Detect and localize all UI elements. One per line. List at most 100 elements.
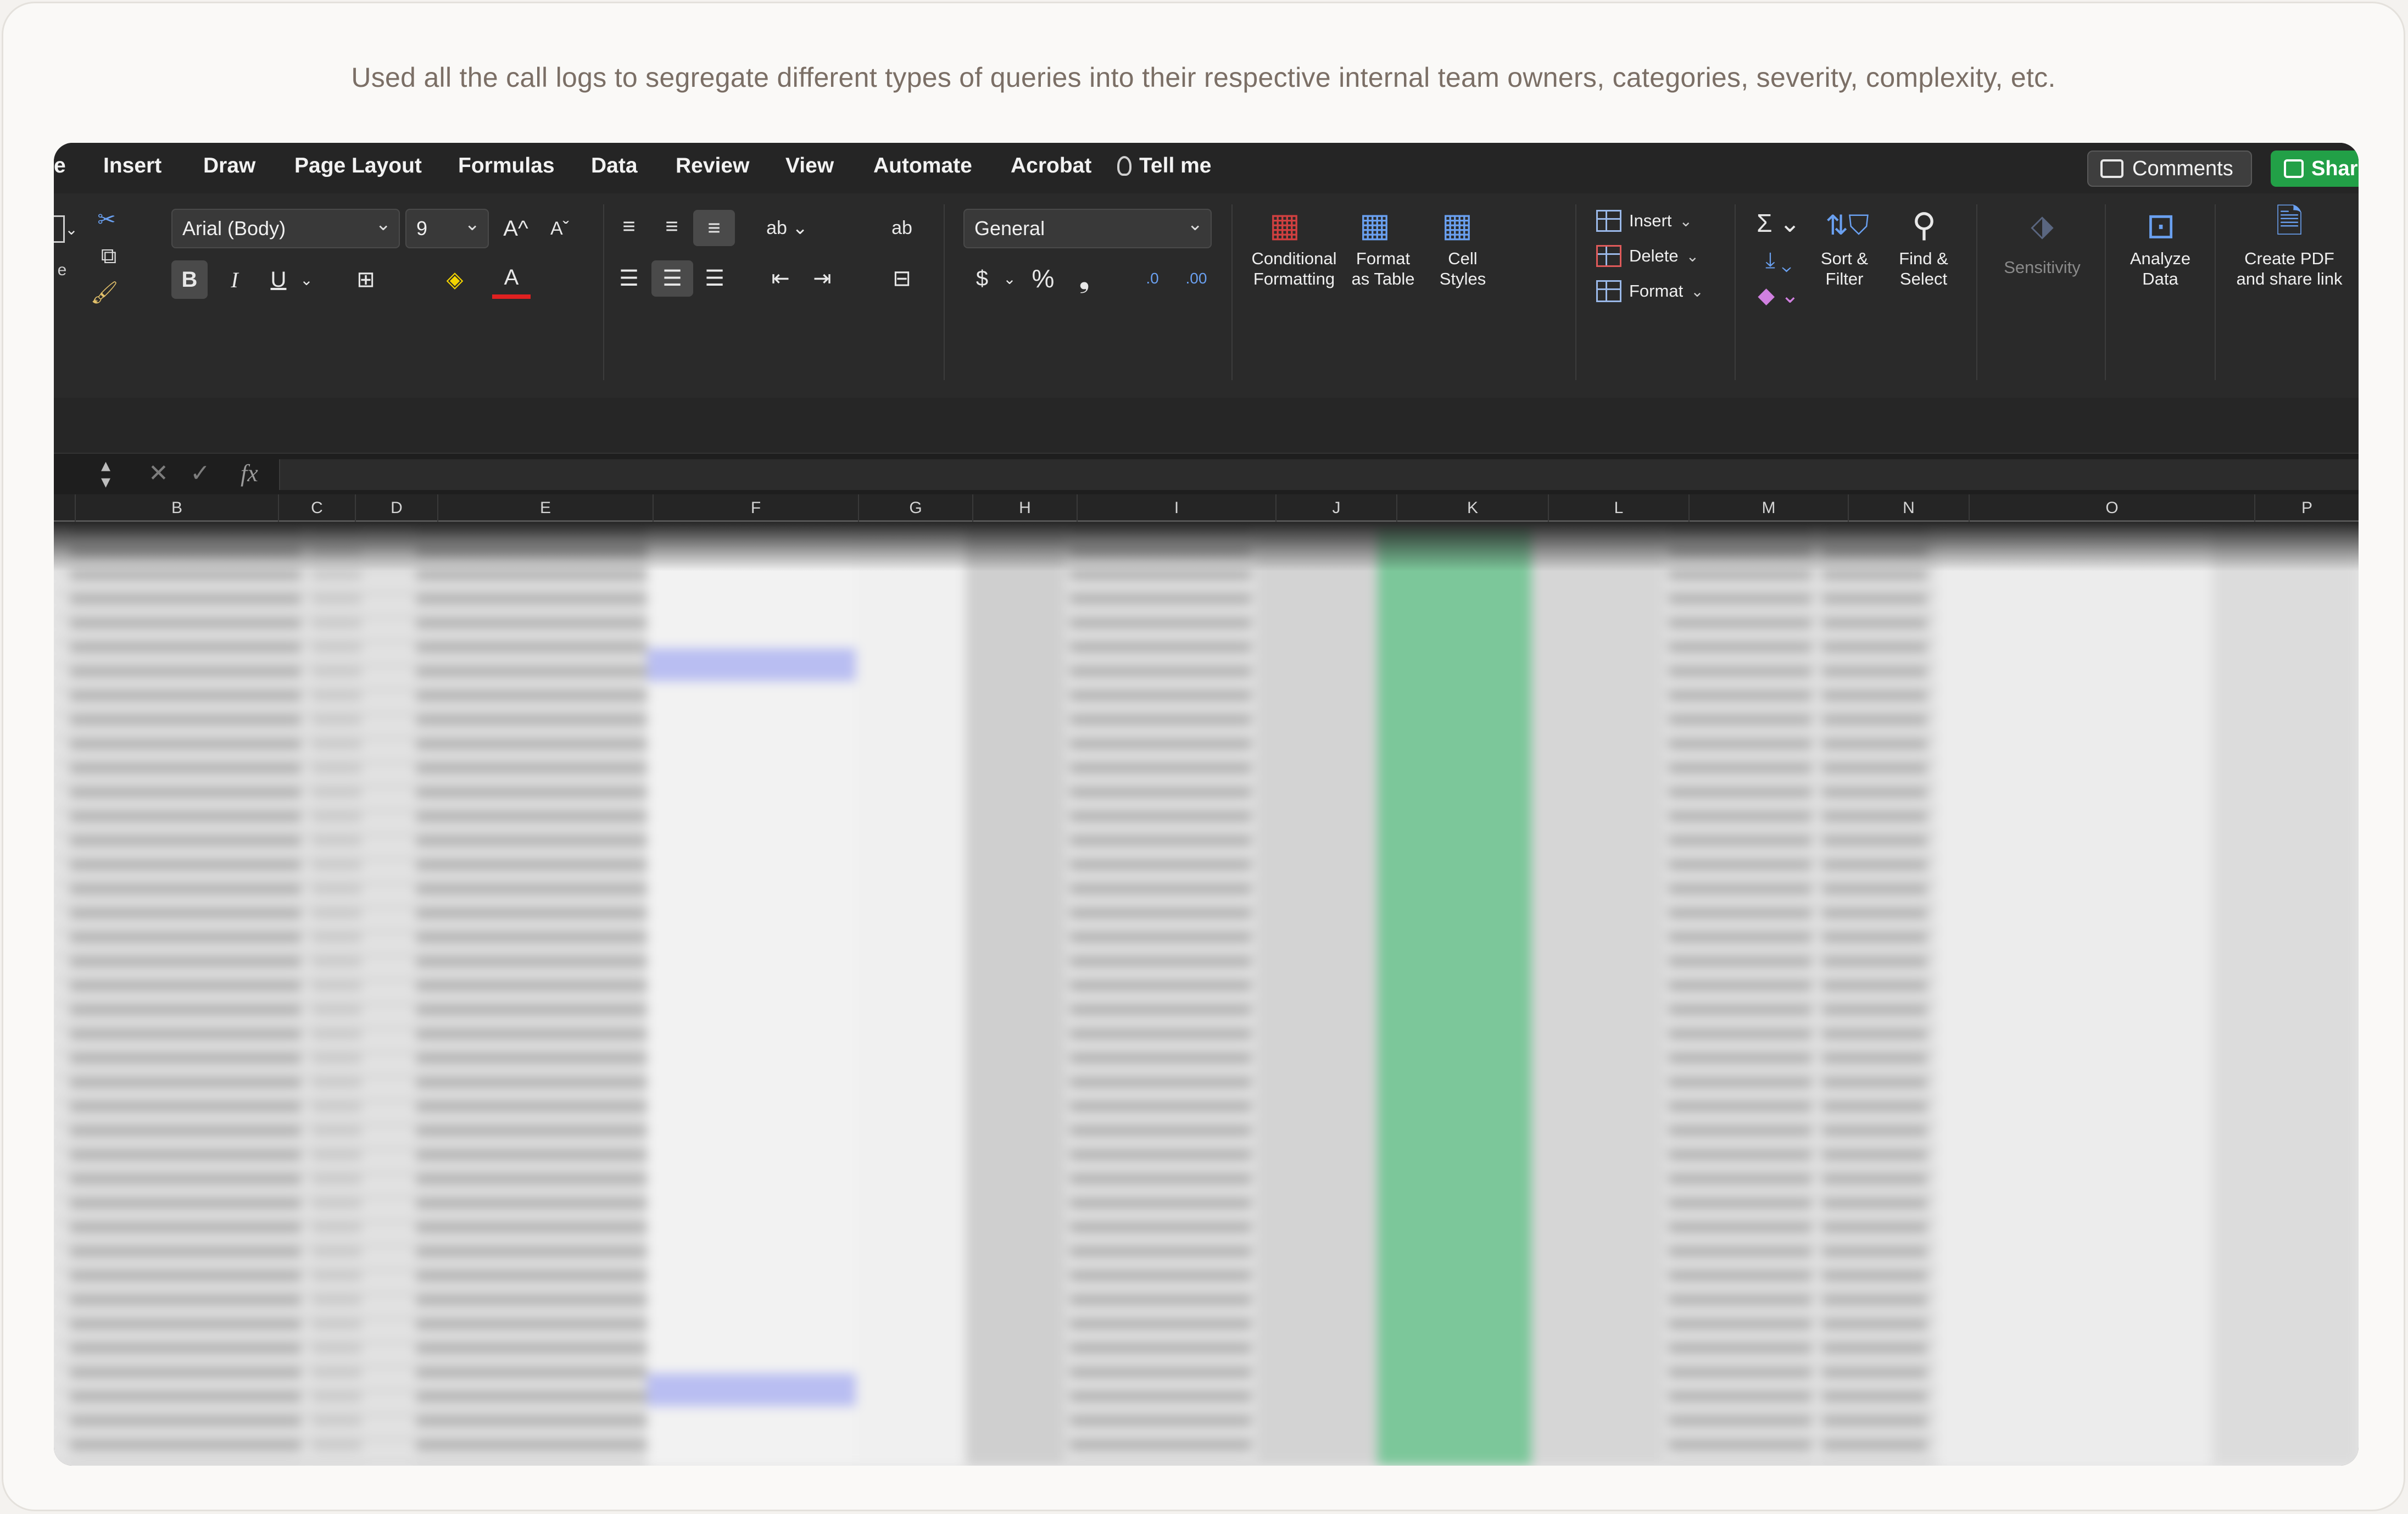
column-header-f[interactable]: F: [654, 494, 859, 522]
insert-cells-label: Insert: [1629, 211, 1672, 230]
sensitivity-button[interactable]: Sensitivity: [1993, 257, 2092, 277]
cut-icon[interactable]: ✂: [90, 203, 123, 236]
create-pdf-button[interactable]: Create PDF and share link: [2229, 248, 2350, 289]
column-header-i[interactable]: I: [1078, 494, 1277, 522]
highlight-blue-cell: [647, 648, 856, 681]
borders-icon[interactable]: ⊞: [344, 260, 388, 299]
sort-filter-icon[interactable]: ⇅⛉: [1811, 203, 1883, 247]
copy-icon[interactable]: ⧉: [87, 240, 131, 272]
blurred-column-i: [1070, 522, 1251, 1466]
menu-data[interactable]: Data: [591, 154, 638, 178]
analyze-data-button[interactable]: Analyze Data: [2125, 248, 2196, 289]
font-name-select[interactable]: Arial (Body): [171, 209, 400, 248]
name-box-stepper-icon[interactable]: ▴ ▾: [101, 456, 110, 491]
conditional-formatting-label-1: Conditional: [1251, 249, 1337, 268]
conditional-formatting-button[interactable]: Conditional Formatting: [1246, 248, 1342, 289]
create-pdf-icon[interactable]: 🗎: [2262, 201, 2317, 251]
column-header-g[interactable]: G: [859, 494, 973, 522]
insert-cells-button[interactable]: Insert ⌄: [1596, 210, 1692, 232]
menu-formulas[interactable]: Formulas: [458, 154, 555, 178]
clear-icon[interactable]: ◆ ⌄: [1751, 279, 1806, 312]
excel-window: e Insert Draw Page Layout Formulas Data …: [54, 143, 2359, 1466]
italic-button[interactable]: I: [216, 260, 253, 299]
menu-automate[interactable]: Automate: [873, 154, 972, 178]
font-color-button[interactable]: A: [492, 260, 531, 299]
analyze-data-icon[interactable]: ⊡: [2133, 201, 2188, 251]
find-select-button[interactable]: Find & Select: [1892, 248, 1955, 289]
ribbon-body: ⌄ e ✂ ⧉ 🖌 Arial (Body) 9 A^ Aˇ B I U ⌄ ⊞…: [54, 193, 2359, 398]
increase-decimal-button[interactable]: .0: [1130, 260, 1174, 297]
share-button[interactable]: Shar: [2271, 151, 2359, 187]
format-cells-button[interactable]: Format ⌄: [1596, 280, 1704, 302]
autosum-icon[interactable]: Σ ⌄: [1751, 207, 1806, 240]
formula-input[interactable]: [279, 459, 2359, 490]
delete-cells-icon: [1596, 245, 1621, 267]
sensitivity-icon[interactable]: ⬗: [2009, 203, 2075, 247]
menu-acrobat[interactable]: Acrobat: [1011, 154, 1091, 178]
conditional-formatting-icon[interactable]: ▦: [1260, 203, 1309, 247]
format-as-table-button[interactable]: Format as Table: [1345, 248, 1422, 289]
column-header-l[interactable]: L: [1549, 494, 1690, 522]
sort-filter-button[interactable]: Sort & Filter: [1811, 248, 1877, 289]
increase-indent-icon[interactable]: ⇥: [804, 260, 840, 297]
percent-button[interactable]: %: [1025, 260, 1061, 297]
font-size-select[interactable]: 9: [405, 209, 489, 248]
menu-page-layout[interactable]: Page Layout: [294, 154, 422, 178]
align-top-icon[interactable]: ≡: [611, 210, 647, 243]
wrap-text-button[interactable]: ab: [876, 210, 928, 246]
column-header-e[interactable]: E: [438, 494, 654, 522]
column-header-p[interactable]: P: [2255, 494, 2359, 522]
orientation-icon[interactable]: ab ⌄: [757, 210, 817, 246]
shrink-font-button[interactable]: Aˇ: [540, 209, 579, 248]
sheet-cells-blurred[interactable]: [54, 522, 2359, 1466]
column-header-n[interactable]: N: [1849, 494, 1970, 522]
align-bottom-icon[interactable]: ≡: [693, 210, 735, 246]
enter-icon[interactable]: ✓: [190, 459, 210, 487]
decrease-indent-icon[interactable]: ⇤: [762, 260, 799, 297]
bold-button[interactable]: B: [171, 260, 208, 299]
column-header-o[interactable]: O: [1970, 494, 2255, 522]
decrease-decimal-button[interactable]: .00: [1174, 260, 1218, 297]
tell-me[interactable]: Tell me: [1117, 154, 1212, 178]
column-header-m[interactable]: M: [1690, 494, 1849, 522]
currency-button[interactable]: $: [966, 260, 999, 297]
fill-icon[interactable]: ⤓ ⌄: [1751, 244, 1806, 277]
sort-filter-label-1: Sort &: [1820, 249, 1869, 268]
format-painter-icon[interactable]: 🖌: [88, 276, 121, 309]
menu-home[interactable]: e: [54, 154, 66, 178]
cell-styles-button[interactable]: Cell Styles: [1432, 248, 1493, 289]
corner-cell[interactable]: [54, 494, 76, 522]
align-right-icon[interactable]: ☰: [696, 260, 733, 297]
currency-chevron-icon[interactable]: ⌄: [999, 260, 1021, 297]
share-icon: [2284, 159, 2304, 178]
align-middle-icon[interactable]: ≡: [654, 210, 690, 243]
cell-styles-icon[interactable]: ▦: [1432, 203, 1482, 247]
create-pdf-label-2: and share link: [2236, 269, 2343, 288]
align-center-icon[interactable]: ☰: [651, 260, 693, 297]
number-format-select[interactable]: General: [963, 209, 1212, 248]
delete-cells-button[interactable]: Delete ⌄: [1596, 245, 1699, 267]
column-header-j[interactable]: J: [1277, 494, 1397, 522]
cancel-icon[interactable]: ✕: [148, 459, 169, 487]
function-icon[interactable]: fx: [241, 459, 258, 487]
find-select-icon[interactable]: ⚲: [1888, 203, 1960, 247]
paste-chevron-icon[interactable]: ⌄: [60, 215, 82, 243]
menu-insert[interactable]: Insert: [103, 154, 161, 178]
column-header-h[interactable]: H: [973, 494, 1078, 522]
menu-review[interactable]: Review: [676, 154, 749, 178]
fill-color-icon[interactable]: ◈: [433, 260, 477, 299]
column-header-d[interactable]: D: [356, 494, 438, 522]
underline-button[interactable]: U: [260, 260, 297, 299]
align-left-icon[interactable]: ☰: [611, 260, 647, 297]
merge-center-icon[interactable]: ⊟: [876, 260, 928, 297]
underline-chevron-icon[interactable]: ⌄: [296, 260, 317, 299]
column-header-k[interactable]: K: [1397, 494, 1549, 522]
comments-button[interactable]: Comments: [2087, 151, 2252, 187]
menu-draw[interactable]: Draw: [203, 154, 255, 178]
column-header-c[interactable]: C: [279, 494, 356, 522]
menu-view[interactable]: View: [785, 154, 834, 178]
format-as-table-icon[interactable]: ▦: [1350, 203, 1400, 247]
column-header-b[interactable]: B: [76, 494, 279, 522]
comma-button[interactable]: ❟: [1068, 260, 1101, 297]
grow-font-button[interactable]: A^: [497, 209, 535, 248]
